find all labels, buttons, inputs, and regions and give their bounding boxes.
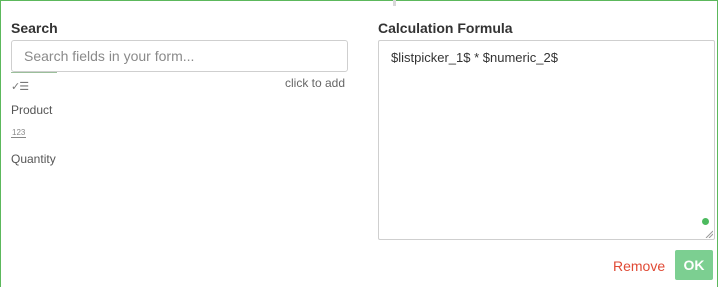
remove-button[interactable]: Remove: [613, 258, 665, 274]
numeric-icon: 123: [11, 128, 27, 138]
resize-grip-icon[interactable]: [705, 230, 713, 238]
ok-button[interactable]: OK: [675, 250, 713, 280]
search-input[interactable]: [11, 40, 348, 72]
formula-section-title: Calculation Formula: [378, 20, 513, 36]
formula-textarea[interactable]: $listpicker_1$ * $numeric_2$: [378, 40, 715, 240]
formula-value: $listpicker_1$ * $numeric_2$: [391, 50, 558, 65]
click-to-add-hint: click to add: [285, 76, 346, 90]
search-section-title: Search: [11, 20, 58, 36]
checklist-icon: ✓☰: [11, 81, 29, 93]
field-item-product[interactable]: Product: [11, 103, 52, 117]
status-dot-icon: [702, 218, 709, 225]
search-underline: [11, 72, 57, 73]
field-item-quantity[interactable]: Quantity: [11, 152, 56, 166]
top-divider-notch: [393, 0, 396, 6]
